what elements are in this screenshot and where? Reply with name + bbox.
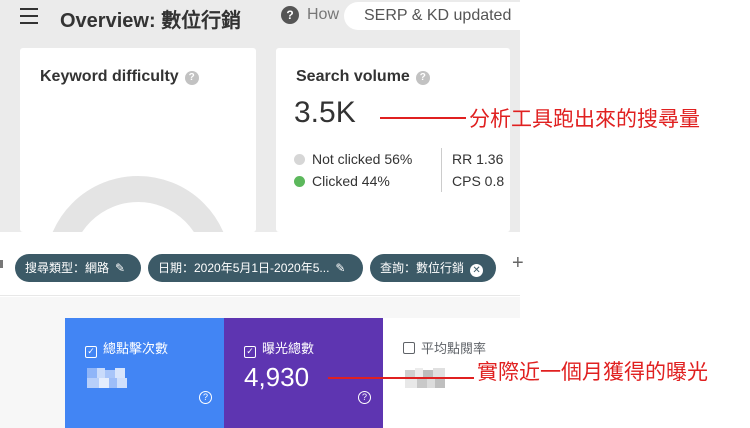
checkbox-checked-icon[interactable]: ✓	[244, 346, 256, 358]
search-volume-value: 3.5K	[294, 96, 356, 129]
how-link[interactable]: How	[307, 6, 339, 24]
filter-chip-search-type[interactable]: 搜尋類型：網路 ✎	[15, 254, 141, 282]
hamburger-menu-icon[interactable]	[20, 8, 38, 24]
impressions-value: 4,930	[244, 362, 310, 392]
help-icon[interactable]: ?	[199, 391, 212, 404]
return-rate: RR 1.36	[452, 151, 504, 167]
divider	[441, 148, 442, 192]
legend-label: Clicked 44%	[312, 173, 390, 189]
checkbox-checked-icon[interactable]: ✓	[85, 346, 97, 358]
legend-label: Not clicked 56%	[312, 151, 413, 167]
annotation-arrow-line	[380, 117, 466, 119]
filter-chip-date[interactable]: 日期：2020年5月1日-2020年5... ✎	[148, 254, 363, 282]
chip-label: 搜尋類型：網路	[25, 261, 110, 275]
legend-dot	[294, 176, 305, 187]
legend-dot	[294, 154, 305, 165]
pencil-icon[interactable]: ✎	[335, 254, 345, 282]
tile-label-text: 曝光總數	[262, 341, 315, 356]
page-title: Overview: 數位行銷	[60, 10, 242, 32]
card-title: Keyword difficulty?	[40, 68, 199, 86]
click-legend: Not clicked 56% Clicked 44%	[294, 148, 412, 192]
filter-chip-query[interactable]: 查詢：數位行銷 ✕	[370, 254, 496, 282]
legend-item-not-clicked: Not clicked 56%	[294, 148, 412, 170]
checkbox-unchecked-icon[interactable]	[403, 342, 415, 354]
keyword-overview-panel: Overview: 數位行銷 ? How SERP & KD updated K…	[0, 0, 520, 232]
tile-label-text: 總點擊次數	[103, 341, 169, 356]
clicks-per-search: CPS 0.8	[452, 173, 505, 189]
annotation-search-volume: 分析工具跑出來的搜尋量	[469, 108, 700, 131]
chip-label: 查詢：數位行銷	[380, 261, 465, 275]
tile-label: 平均點閱率	[403, 338, 486, 357]
filter-bar: 搜尋類型：網路 ✎ 日期：2020年5月1日-2020年5... ✎ 查詢：數位行銷…	[0, 240, 524, 296]
chip-label: 日期：2020年5月1日-2020年5...	[158, 261, 330, 275]
search-volume-card: Search volume? 3.5K Not clicked 56% Clic…	[276, 48, 510, 232]
annotation-impressions: 實際近一個月獲得的曝光	[477, 361, 708, 384]
annotation-arrow-line	[328, 377, 474, 379]
tile-label-text: 平均點閱率	[421, 341, 487, 356]
legend-item-clicked: Clicked 44%	[294, 170, 412, 192]
help-icon[interactable]: ?	[358, 391, 371, 404]
keyword-difficulty-card: Keyword difficulty?	[20, 48, 256, 232]
help-icon[interactable]: ?	[184, 71, 199, 85]
card-title: Search volume?	[296, 68, 430, 86]
metric-tile-total-impressions[interactable]: ✓ 曝光總數 4,930 ?	[224, 318, 383, 428]
tile-label: ✓ 曝光總數	[244, 338, 314, 358]
pixelated-value	[87, 368, 131, 388]
click-metrics: RR 1.36 CPS 0.8	[452, 148, 504, 192]
metric-tile-total-clicks[interactable]: ✓ 總點擊次數 ?	[65, 318, 224, 428]
keyword-difficulty-title: Keyword difficulty	[40, 68, 179, 85]
scroll-indicator	[0, 260, 3, 268]
serp-kd-notice: SERP & KD updated	[344, 2, 520, 30]
difficulty-gauge	[45, 176, 231, 232]
help-icon[interactable]: ?	[415, 71, 430, 85]
search-volume-title: Search volume	[296, 68, 410, 85]
pencil-icon[interactable]: ✎	[115, 254, 125, 282]
help-icon[interactable]: ?	[281, 6, 299, 24]
add-filter-button[interactable]: +	[512, 252, 524, 275]
close-icon[interactable]: ✕	[470, 264, 484, 277]
tile-label: ✓ 總點擊次數	[85, 338, 168, 358]
